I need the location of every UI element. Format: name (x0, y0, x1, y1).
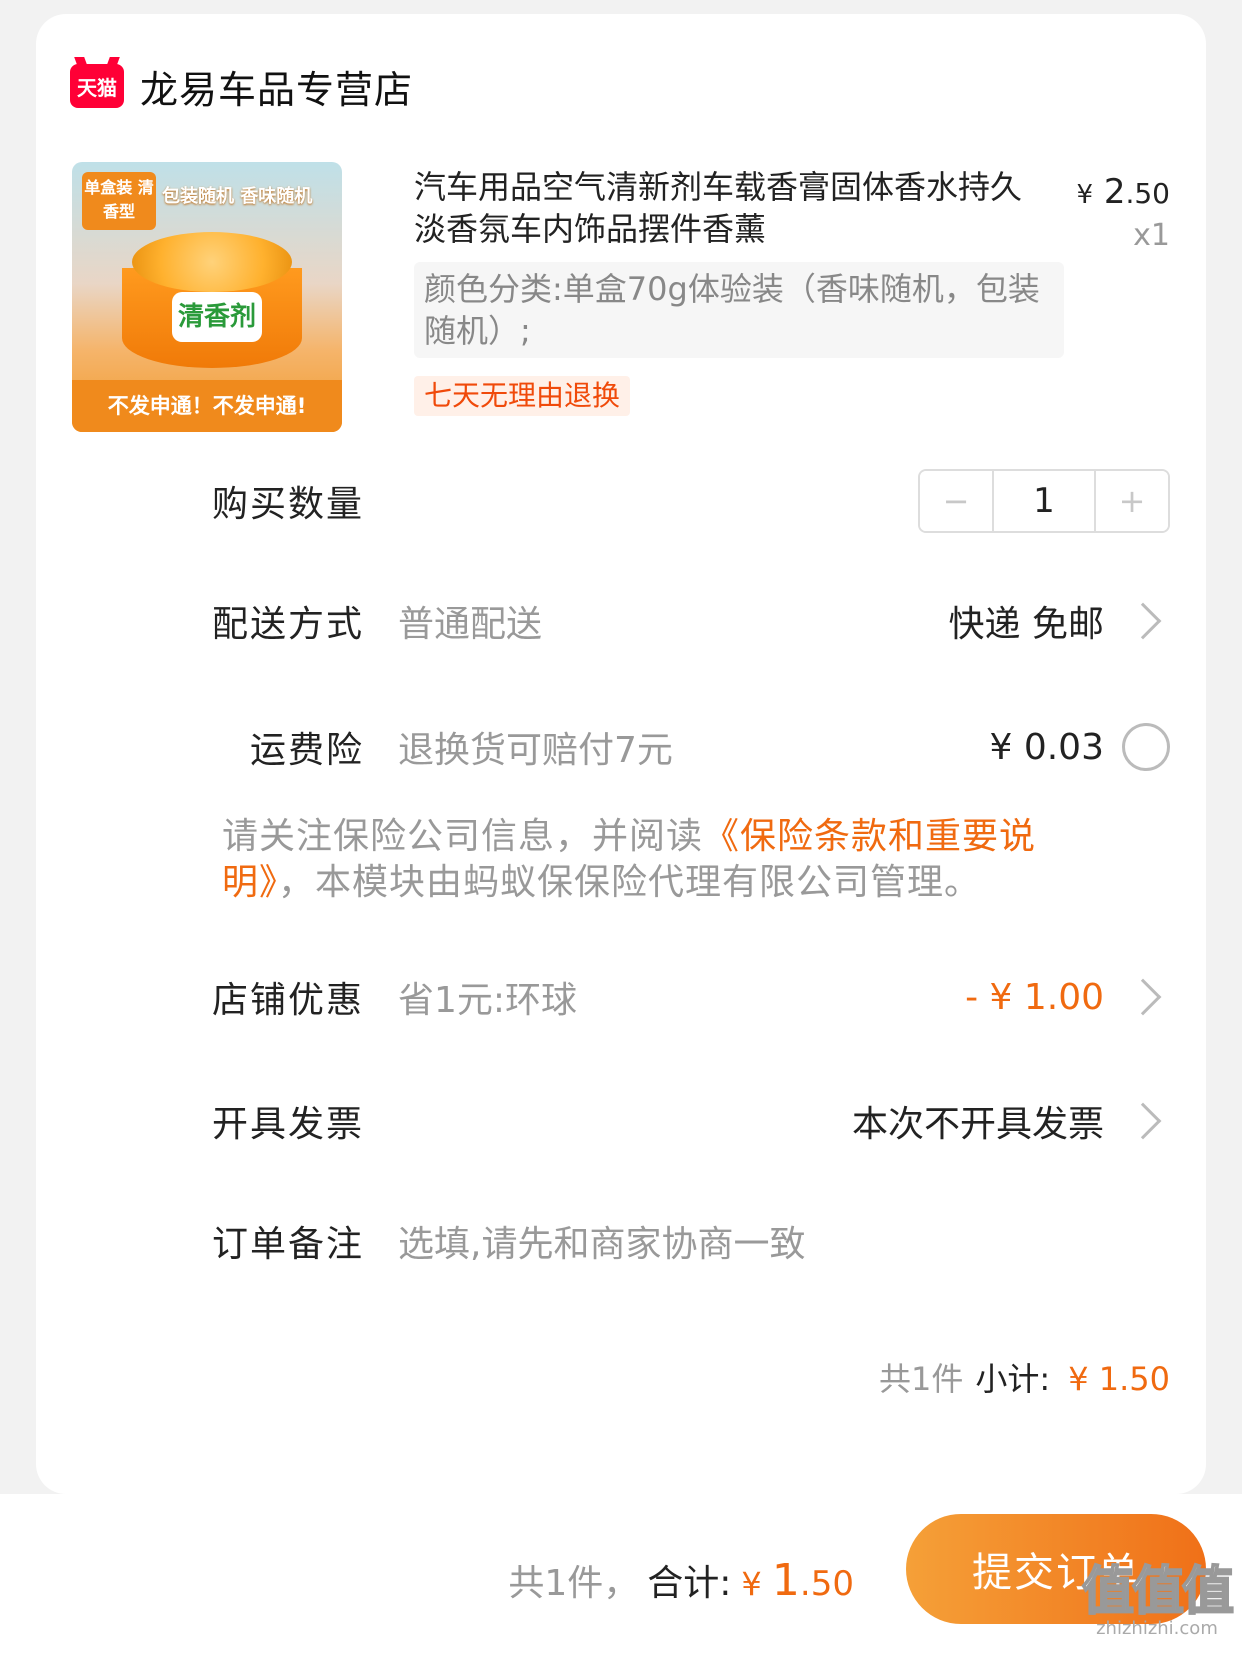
coupon-value: - ¥ 1.00 (965, 976, 1104, 1018)
delivery-desc: 普通配送 (398, 604, 543, 645)
coupon-label: 店铺优惠 (211, 980, 364, 1021)
invoice-value: 本次不开具发票 (851, 1104, 1104, 1145)
notice-suffix: ，本模块由蚂蚁保保险代理有限公司管理。 (278, 862, 982, 903)
increase-button[interactable]: + (1096, 471, 1168, 531)
delivery-value: 快递 免邮 (948, 604, 1104, 645)
air-freshener-jar-image: 清香剂 (112, 232, 312, 382)
total-currency: ¥ (741, 1565, 772, 1603)
price-decimal: .50 (1125, 177, 1170, 210)
subtotal-count: 共1件 (879, 1360, 964, 1398)
total-count: 共1件， (508, 1563, 640, 1604)
total-amount: ¥ 1.50 (741, 1555, 854, 1606)
insurance-radio[interactable] (1122, 723, 1170, 771)
watermark-logo: 值值值 (1081, 1561, 1235, 1623)
product-title[interactable]: 汽车用品空气清新剂车载香膏固体香水持久淡香氛车内饰品摆件香薰 (414, 166, 1034, 250)
shipping-insurance-row: 运费险 退换货可赔付7元 ¥ 0.03 (184, 712, 1170, 782)
total-label: 合计: (647, 1563, 732, 1604)
chevron-right-icon (1124, 978, 1162, 1016)
quantity-stepper: − 1 + (918, 469, 1170, 533)
site-watermark: 值值值 zhizhizhi.com (1081, 1549, 1235, 1639)
product-price: ¥ 2.50 (1076, 172, 1170, 212)
product-quantity: x1 (1133, 218, 1170, 253)
product-item: 单盒装 清香型 包装随机 香味随机 清香剂 不发申通！不发申通! 汽车用品空气清… (72, 162, 1170, 442)
subtotal: 共1件 小计: ¥ 1.50 (879, 1354, 1170, 1400)
thumbnail-tag: 单盒装 清香型 (82, 172, 156, 230)
checkout-bar: 共1件， 合计: ¥ 1.50 提交订单 (0, 1494, 1242, 1653)
store-name[interactable]: 龙易车品专营店 (140, 59, 413, 114)
order-total: 共1件， 合计: ¥ 1.50 (508, 1554, 854, 1606)
subtotal-amount: ¥ 1.50 (1068, 1360, 1170, 1398)
price-integer: 2 (1103, 172, 1126, 212)
price-currency: ¥ (1076, 180, 1094, 210)
product-sku[interactable]: 颜色分类:单盒70g体验装（香味随机，包装随机）; (414, 262, 1064, 358)
insurance-label: 运费险 (249, 730, 364, 771)
watermark-url: zhizhizhi.com (1096, 1618, 1218, 1639)
insurance-price: ¥ 0.03 (989, 726, 1104, 768)
total-decimal: .50 (799, 1564, 854, 1604)
thumbnail-subtitle: 包装随机 香味随机 (162, 186, 313, 207)
decrease-button[interactable]: − (920, 471, 992, 531)
product-thumbnail[interactable]: 单盒装 清香型 包装随机 香味随机 清香剂 不发申通！不发申通! (72, 162, 342, 432)
purchase-quantity-row: 购买数量 − 1 + (184, 466, 1170, 536)
delivery-label: 配送方式 (211, 604, 364, 645)
total-integer: 1 (771, 1555, 800, 1606)
jar-label: 清香剂 (172, 292, 262, 342)
order-card: 天猫 龙易车品专营店 单盒装 清香型 包装随机 香味随机 清香剂 不发申通！不发… (36, 14, 1206, 1494)
chevron-right-icon (1124, 602, 1162, 640)
jar-lid (132, 232, 292, 292)
subtotal-label: 小计: (975, 1360, 1051, 1398)
insurance-notice: 请关注保险公司信息，并阅读《保险条款和重要说明》，本模块由蚂蚁保保险代理有限公司… (222, 814, 1102, 906)
purchase-quantity-label: 购买数量 (211, 484, 364, 525)
return-policy-badge: 七天无理由退换 (414, 376, 631, 416)
quantity-value[interactable]: 1 (992, 471, 1096, 531)
chevron-right-icon (1124, 1102, 1162, 1140)
remark-input[interactable]: 选填,请先和商家协商一致 (398, 1215, 1170, 1267)
insurance-desc: 退换货可赔付7元 (398, 730, 673, 771)
store-header[interactable]: 天猫 龙易车品专营店 (70, 56, 413, 116)
order-remark-row: 订单备注 选填,请先和商家协商一致 (184, 1206, 1170, 1276)
delivery-row[interactable]: 配送方式 普通配送 快递 免邮 (184, 586, 1170, 656)
remark-label: 订单备注 (211, 1224, 364, 1265)
thumbnail-banner: 不发申通！不发申通! (72, 380, 342, 432)
tmall-logo-icon: 天猫 (70, 64, 124, 108)
notice-prefix: 请关注保险公司信息，并阅读 (222, 816, 704, 857)
coupon-desc: 省1元:环球 (398, 980, 578, 1021)
store-coupon-row[interactable]: 店铺优惠 省1元:环球 - ¥ 1.00 (184, 962, 1170, 1032)
invoice-row[interactable]: 开具发票 本次不开具发票 (184, 1086, 1170, 1156)
invoice-label: 开具发票 (211, 1104, 364, 1145)
